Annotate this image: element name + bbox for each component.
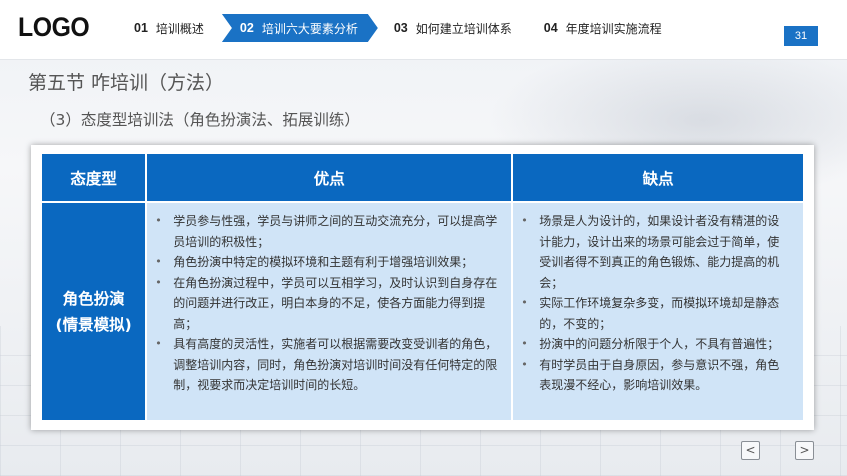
- table-header-row: 态度型 优点 缺点: [42, 154, 803, 202]
- cons-text: 实际工作环境复杂多变，而模拟环境却是静态的，不变的；: [539, 296, 780, 331]
- nav-item-six-elements[interactable]: 02 培训六大要素分析: [222, 14, 378, 42]
- nav-item-annual-process[interactable]: 04 年度培训实施流程: [532, 14, 676, 42]
- list-item: • 有时学员由于自身原因，参与意识不强，角色表现漫不经心，影响培训效果。: [521, 355, 791, 396]
- pros-text: 学员参与性强，学员与讲师之间的互动交流充分，可以提高学员培训的积极性；: [173, 214, 498, 249]
- column-header-type: 态度型: [42, 154, 148, 202]
- cons-cell: • 场景是人为设计的，如果设计者没有精湛的设计能力，设计出来的场景可能会过于简单，…: [511, 201, 803, 420]
- chevron-left-icon: <: [745, 443, 756, 457]
- nav-item-label: 培训概述: [155, 21, 204, 36]
- header-bar: LOGO 01 培训概述 02 培训六大要素分析 03 如何建立培训体系 04 …: [0, 0, 847, 60]
- section-nav: 01 培训概述 02 培训六大要素分析 03 如何建立培训体系 04 年度培训实…: [122, 14, 676, 42]
- nav-item-label: 培训六大要素分析: [261, 21, 358, 36]
- list-item: • 实际工作环境复杂多变，而模拟环境却是静态的，不变的；: [521, 293, 791, 334]
- nav-item-build-system[interactable]: 03 如何建立培训体系: [382, 14, 526, 42]
- comparison-table: 态度型 优点 缺点 角色扮演 (情景模拟) • 学员参与性强，学员与讲师之间的互动…: [42, 154, 803, 420]
- list-item: • 角色扮演中特定的模拟环境和主题有利于增强培训效果；: [155, 252, 499, 273]
- column-header-pros: 优点: [146, 154, 514, 202]
- chevron-right-icon: >: [799, 443, 810, 457]
- cons-text: 有时学员由于自身原因，参与意识不强，角色表现漫不经心，影响培训效果。: [539, 357, 780, 393]
- table-row: 角色扮演 (情景模拟) • 学员参与性强，学员与讲师之间的互动交流充分，可以提高学…: [42, 201, 803, 420]
- next-slide-button[interactable]: >: [795, 441, 814, 460]
- list-item: • 在角色扮演过程中，学员可以互相学习，及时认识到自身存在的问题并进行改正，明白本…: [155, 273, 499, 335]
- cons-text: 场景是人为设计的，如果设计者没有精湛的设计能力，设计出来的场景可能会过于简单，使…: [539, 214, 780, 290]
- cons-list: • 场景是人为设计的，如果设计者没有精湛的设计能力，设计出来的场景可能会过于简单，…: [521, 211, 791, 396]
- list-item: • 具有高度的灵活性，实施者可以根据需要改变受训者的角色，调整培训内容，同时，角色…: [155, 334, 499, 396]
- bullet-icon: •: [155, 275, 162, 289]
- column-header-cons: 缺点: [512, 154, 803, 202]
- pros-text: 角色扮演中特定的模拟环境和主题有利于增强培训效果；: [173, 255, 474, 269]
- pros-cell: • 学员参与性强，学员与讲师之间的互动交流充分，可以提高学员培训的积极性； • 角色…: [145, 201, 513, 420]
- nav-item-label: 如何建立培训体系: [415, 21, 512, 36]
- page-subtitle: （3）态度型培训法（角色扮演法、拓展训练）: [40, 111, 360, 129]
- bullet-icon: •: [521, 337, 528, 350]
- nav-item-number: 03: [393, 21, 408, 35]
- pros-list: • 学员参与性强，学员与讲师之间的互动交流充分，可以提高学员培训的积极性； • 角色…: [155, 211, 499, 396]
- logo: LOGO: [18, 12, 90, 42]
- nav-item-number: 01: [134, 21, 148, 35]
- page-number-badge: 31: [784, 26, 818, 46]
- bullet-icon: •: [155, 337, 162, 350]
- bullet-icon: •: [521, 296, 528, 309]
- nav-item-label: 年度培训实施流程: [565, 21, 662, 36]
- nav-item-number: 04: [543, 21, 558, 35]
- type-label: 角色扮演: [62, 289, 125, 308]
- bullet-icon: •: [521, 214, 528, 227]
- page-title: 第五节 咋培训（方法）: [28, 72, 225, 94]
- list-item: • 学员参与性强，学员与讲师之间的互动交流充分，可以提高学员培训的积极性；: [155, 211, 499, 252]
- nav-item-number: 02: [239, 21, 254, 35]
- cons-text: 扮演中的问题分析限于个人，不具有普遍性；: [539, 337, 780, 351]
- nav-item-overview[interactable]: 01 培训概述: [122, 14, 218, 42]
- previous-slide-button[interactable]: <: [741, 441, 760, 460]
- comparison-table-card: 态度型 优点 缺点 角色扮演 (情景模拟) • 学员参与性强，学员与讲师之间的互动…: [31, 145, 814, 430]
- pros-text: 具有高度的灵活性，实施者可以根据需要改变受训者的角色，调整培训内容，同时，角色扮…: [173, 337, 498, 392]
- bullet-icon: •: [155, 214, 162, 227]
- list-item: • 场景是人为设计的，如果设计者没有精湛的设计能力，设计出来的场景可能会过于简单，…: [521, 211, 791, 293]
- type-sublabel: (情景模拟): [55, 315, 132, 334]
- type-cell: 角色扮演 (情景模拟): [42, 201, 147, 420]
- pros-text: 在角色扮演过程中，学员可以互相学习，及时认识到自身存在的问题并进行改正，明白本身…: [173, 275, 498, 331]
- bullet-icon: •: [155, 255, 162, 268]
- list-item: • 扮演中的问题分析限于个人，不具有普遍性；: [521, 334, 791, 355]
- bullet-icon: •: [521, 357, 528, 371]
